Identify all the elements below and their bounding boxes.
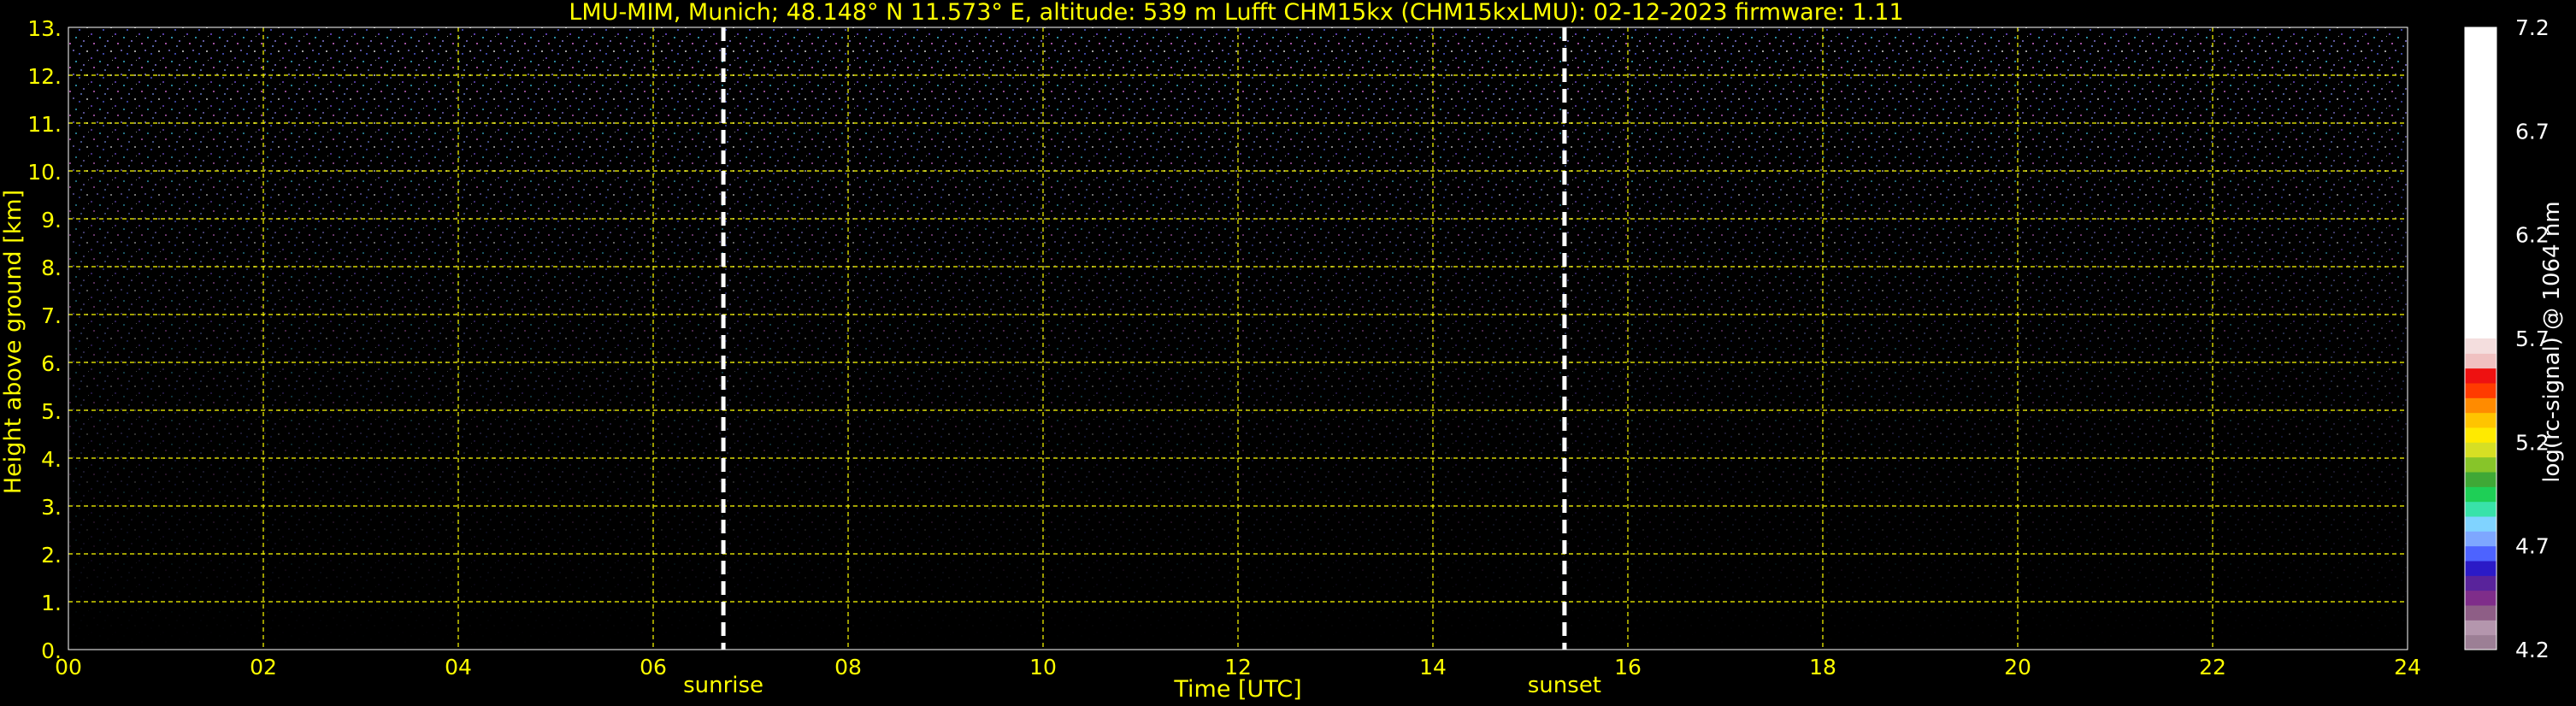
y-tick-label: 6. — [41, 351, 62, 376]
y-tick-label: 4. — [41, 447, 62, 472]
x-tick-label: 04 — [445, 655, 472, 680]
colorbar-stripe — [2465, 561, 2496, 576]
colorbar-tick-label: 4.2 — [2515, 638, 2549, 662]
x-tick-label: 18 — [1809, 655, 1836, 680]
y-tick-labels: 0.1.2.3.4.5.6.7.8.9.10.11.12.13. — [27, 16, 62, 663]
colorbar-stripe — [2465, 456, 2496, 473]
y-tick-label: 10. — [27, 160, 62, 185]
colorbar-stripe — [2465, 442, 2496, 458]
colorbar-stripe — [2465, 486, 2496, 503]
y-tick-label: 3. — [41, 495, 62, 520]
x-tick-label: 06 — [640, 655, 667, 680]
y-tick-label: 9. — [41, 208, 62, 232]
x-tick-label: 14 — [1419, 655, 1447, 680]
ceilometer-chart: LMU-MIM, Munich; 48.148° N 11.573° E, al… — [0, 0, 2576, 706]
y-tick-label: 2. — [41, 543, 62, 568]
y-tick-label: 1. — [41, 591, 62, 615]
colorbar-stripe — [2465, 412, 2496, 428]
sunset-label: sunset — [1528, 673, 1601, 698]
colorbar-stripe — [2465, 472, 2496, 487]
colorbar-high-section — [2465, 27, 2496, 338]
colorbar-stripe — [2465, 353, 2496, 369]
colorbar-stripe — [2465, 605, 2496, 621]
colorbar-tick-label: 4.7 — [2515, 534, 2549, 559]
x-tick-label: 08 — [834, 655, 862, 680]
y-tick-label: 11. — [27, 112, 62, 137]
x-tick-label: 24 — [2394, 655, 2421, 680]
y-tick-label: 12. — [27, 64, 62, 89]
y-tick-label: 5. — [41, 399, 62, 424]
colorbar-stripe — [2465, 516, 2496, 532]
colorbar-stripe — [2465, 368, 2496, 384]
colorbar-tick-label: 7.2 — [2515, 15, 2549, 40]
annotation-labels: sunrise sunset — [683, 673, 1601, 698]
chart-title: LMU-MIM, Munich; 48.148° N 11.573° E, al… — [569, 0, 1903, 26]
colorbar-stripe — [2465, 620, 2496, 636]
y-tick-label: 7. — [41, 303, 62, 328]
colorbar-tick-label: 6.7 — [2515, 119, 2549, 144]
x-tick-label: 20 — [2004, 655, 2031, 680]
colorbar-stripe — [2465, 427, 2496, 443]
x-tick-label: 00 — [55, 655, 82, 680]
y-tick-label: 8. — [41, 256, 62, 280]
colorbar-label: log(rc-signal) @ 1064 nm — [2539, 201, 2565, 482]
colorbar-stripe — [2465, 383, 2496, 398]
x-tick-label: 22 — [2199, 655, 2226, 680]
colorbar-stripe — [2465, 338, 2496, 354]
chart-svg: LMU-MIM, Munich; 48.148° N 11.573° E, al… — [0, 0, 2565, 703]
x-axis-label: Time [UTC] — [1173, 676, 1301, 703]
sunrise-label: sunrise — [683, 673, 763, 698]
x-tick-label: 02 — [250, 655, 277, 680]
colorbar-stripe — [2465, 545, 2496, 562]
colorbar-stripe — [2465, 397, 2496, 414]
y-axis-label: Height above ground [km] — [0, 190, 27, 494]
colorbar-stripe — [2465, 575, 2496, 591]
colorbar-stripe — [2465, 590, 2496, 606]
plot-area — [68, 26, 2408, 650]
colorbar-stripe — [2465, 634, 2496, 650]
x-tick-label: 10 — [1029, 655, 1057, 680]
y-tick-label: 13. — [27, 16, 62, 41]
x-tick-label: 16 — [1614, 655, 1642, 680]
colorbar-stripe — [2465, 531, 2496, 547]
colorbar: 4.24.75.25.76.26.77.2log(rc-signal) @ 10… — [2464, 15, 2565, 662]
colorbar-stripe — [2465, 501, 2496, 517]
